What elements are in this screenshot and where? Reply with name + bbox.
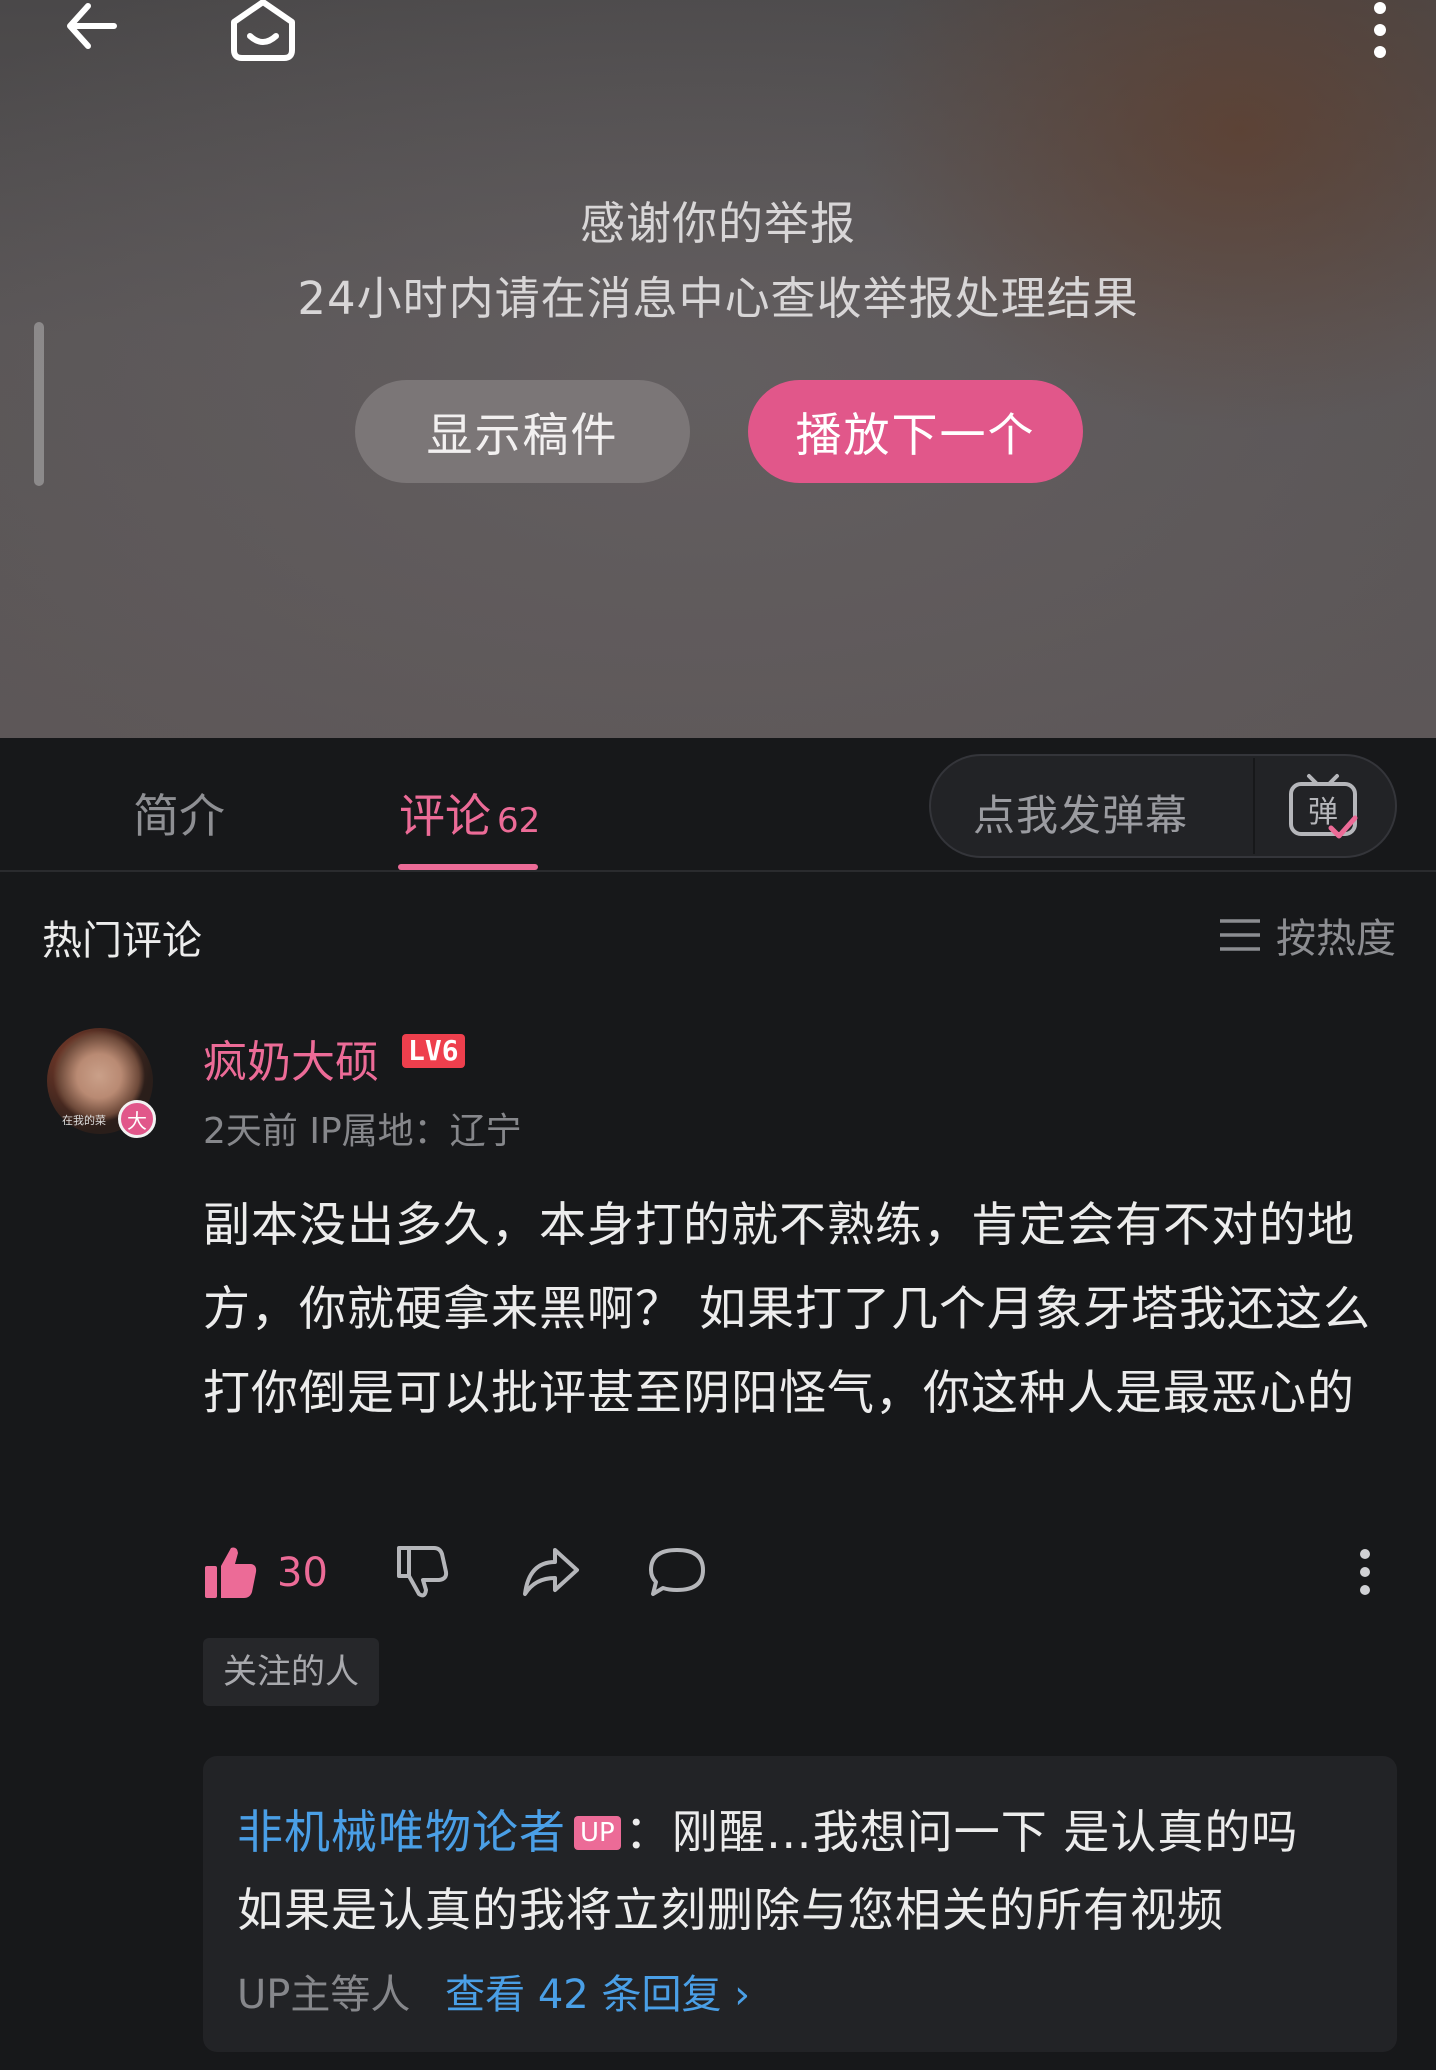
tab-bar: 简介 评论 62 点我发弹幕 弹 [0,738,1436,872]
comments-count: 62 [497,801,541,841]
share-icon[interactable] [521,1544,581,1604]
followed-tag: 关注的人 [203,1638,379,1706]
danmaku-divider [1253,758,1255,854]
thumb-up-icon[interactable] [203,1544,259,1604]
sort-lines-icon [1220,919,1260,951]
comment-text[interactable]: 副本没出多久，本身打的就不熟练，肯定会有不对的地方，你就硬拿来黑啊？ 如果打了几… [203,1184,1383,1436]
danmaku-input[interactable]: 点我发弹幕 弹 [929,754,1397,858]
tab-comments[interactable]: 评论 62 [399,780,540,846]
back-arrow-icon[interactable] [62,0,122,60]
up-badge: UP [574,1815,621,1850]
avatar-caption: 在我的菜 [62,1114,106,1127]
reply-line-1: 非机械唯物论者 UP ：刚醒…我想问一下 是认真的吗 [237,1796,1298,1862]
danmaku-icon-char: 弹 [1308,795,1338,830]
reply-text-1: ：刚醒…我想问一下 是认真的吗 [624,1805,1299,1859]
reply-text-2: 如果是认真的我将立刻删除与您相关的所有视频 [237,1883,1224,1937]
more-vertical-icon[interactable] [1355,1544,1375,1604]
reply-by: UP主等人 [237,1972,411,2018]
tab-intro[interactable]: 简介 [133,780,225,846]
more-vertical-icon[interactable] [1370,0,1390,60]
like-count: 30 [277,1550,328,1596]
comment-actions: 30 [203,1544,1403,1604]
video-player[interactable]: 感谢你的举报 24小时内请在消息中心查收举报处理结果 显示稿件 播放下一个 [0,0,1436,738]
report-title: 感谢你的举报 [579,197,856,250]
comment-username[interactable]: 疯奶大硕 [203,1026,379,1090]
view-replies-link[interactable]: 查看 42 条回复 › [445,1972,750,2018]
reply-preview[interactable]: 非机械唯物论者 UP ：刚醒…我想问一下 是认真的吗 如果是认真的我将立刻删除与您相… [203,1756,1397,2052]
level-badge: LV6 [402,1034,465,1068]
home-tv-icon[interactable] [228,0,298,62]
reply-bubble-icon[interactable] [647,1544,707,1604]
brightness-handle[interactable] [34,322,44,486]
danmaku-icon[interactable]: 弹 [1287,772,1363,848]
sort-by-hot-button[interactable]: 按热度 [1218,906,1396,964]
report-subtitle: 24小时内请在消息中心查收举报处理结果 [297,272,1139,325]
play-next-button[interactable]: 播放下一个 [748,380,1083,483]
show-video-button[interactable]: 显示稿件 [355,380,690,483]
reply-footer: UP主等人 查看 42 条回复 › [237,1962,750,2020]
hot-comments-title: 热门评论 [42,918,202,964]
tab-comments-label: 评论 [399,789,491,843]
view-replies-label: 查看 42 条回复 [445,1972,722,2018]
thumb-down-icon[interactable] [395,1544,451,1604]
avatar-badge: 大 [118,1100,156,1138]
sort-label: 按热度 [1276,916,1396,962]
danmaku-placeholder: 点我发弹幕 [973,791,1189,840]
chevron-right-icon: › [734,1972,751,2018]
comment-meta: 2天前 IP属地：辽宁 [203,1111,522,1152]
active-tab-indicator [398,864,538,870]
reply-author[interactable]: 非机械唯物论者 [237,1805,566,1859]
